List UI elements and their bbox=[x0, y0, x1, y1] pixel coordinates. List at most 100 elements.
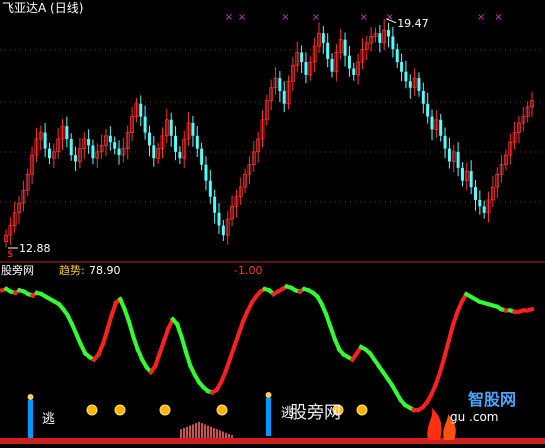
chart-window[interactable]: ××××××××××××××××× 19.4712.88 飞亚达A (日线) $… bbox=[0, 0, 545, 444]
candle-body-down bbox=[278, 78, 282, 91]
trend-segment bbox=[100, 328, 110, 347]
candle-body-down bbox=[430, 116, 434, 130]
trend-segment bbox=[446, 321, 456, 344]
trend-segment bbox=[179, 334, 189, 355]
candle-body-down bbox=[439, 119, 443, 136]
candle-body-down bbox=[391, 36, 395, 50]
candle-body-down bbox=[447, 148, 451, 162]
candle-body-down bbox=[408, 81, 412, 88]
candle-body-down bbox=[221, 225, 225, 236]
candle-body-down bbox=[117, 148, 121, 156]
candle-body-down bbox=[91, 145, 95, 159]
candle-body-down bbox=[65, 126, 69, 140]
candle-body-down bbox=[395, 49, 399, 63]
volume-bar bbox=[201, 423, 203, 440]
candle-body-down bbox=[213, 196, 217, 213]
watermark-text: 股旁网 bbox=[290, 403, 341, 423]
candle-body-down bbox=[478, 199, 482, 207]
escape-blue-bar bbox=[266, 398, 271, 436]
coin-icon bbox=[114, 404, 126, 416]
candle-body-down bbox=[87, 139, 91, 146]
volume-bar bbox=[198, 422, 200, 440]
indicator-value: 78.90 bbox=[89, 264, 121, 277]
coin-icon bbox=[86, 404, 98, 416]
candle-body-down bbox=[47, 148, 51, 159]
candle-body-down bbox=[347, 55, 351, 69]
candle-body-down bbox=[69, 139, 73, 156]
candle-body-down bbox=[482, 206, 486, 213]
trend-segment bbox=[437, 354, 447, 375]
signal-marker: × bbox=[477, 12, 485, 23]
candle-body-down bbox=[443, 135, 447, 149]
watermark-url: gu .com bbox=[450, 410, 499, 424]
candle-body-down bbox=[217, 212, 221, 226]
indicator-negative-value: -1.00 bbox=[234, 264, 263, 277]
signal-markers: ××××××××××××××××× bbox=[225, 12, 503, 23]
candle-body-down bbox=[352, 68, 356, 75]
candle-body-down bbox=[321, 33, 325, 43]
signal-marker: × bbox=[238, 12, 246, 23]
low-annotation-label: 12.88 bbox=[19, 242, 51, 255]
candle-body-down bbox=[404, 71, 408, 82]
escape-person-icon bbox=[27, 394, 34, 400]
candle-body-down bbox=[174, 135, 178, 152]
volume-bar bbox=[204, 424, 206, 440]
chart-title: 飞亚达A (日线) bbox=[2, 1, 84, 15]
trend-segment bbox=[126, 319, 136, 340]
signal-marker: × bbox=[494, 12, 502, 23]
candle-body-down bbox=[343, 39, 347, 56]
trend-segment bbox=[157, 338, 167, 356]
candle-body-down bbox=[43, 132, 47, 149]
candle-body-down bbox=[200, 148, 204, 165]
candle-body-down bbox=[304, 62, 308, 75]
candle-body-down bbox=[326, 42, 330, 59]
candle-body-down bbox=[74, 155, 78, 162]
coin-icon bbox=[159, 404, 171, 416]
escape-person-icon bbox=[265, 392, 272, 398]
candle-body-down bbox=[195, 135, 199, 149]
signal-marker: × bbox=[359, 12, 367, 23]
escape-blue-bar bbox=[28, 400, 33, 438]
candle-body-down bbox=[426, 103, 430, 117]
candle-body-down bbox=[460, 167, 464, 181]
candle-body-down bbox=[208, 180, 212, 197]
candle-body-down bbox=[330, 58, 334, 72]
candle-body-down bbox=[469, 171, 473, 188]
trend-segment bbox=[441, 338, 452, 360]
candle-body-down bbox=[400, 62, 404, 72]
signal-marker: × bbox=[281, 12, 289, 23]
high-annotation-label: 19.47 bbox=[397, 17, 429, 30]
coin-icon bbox=[216, 404, 228, 416]
candle-body-down bbox=[113, 142, 117, 149]
trend-segment bbox=[222, 357, 233, 375]
candle-body-down bbox=[456, 151, 460, 168]
candle-body-down bbox=[387, 30, 391, 37]
candle-series bbox=[4, 19, 534, 248]
trend-oscillator bbox=[0, 283, 535, 413]
candle-body-down bbox=[178, 151, 182, 159]
price-marker: $ bbox=[7, 249, 14, 260]
candle-body-down bbox=[421, 90, 425, 104]
candle-body-down bbox=[147, 132, 151, 146]
volume-bar bbox=[207, 425, 209, 440]
trend-segment bbox=[231, 331, 242, 350]
coin-icon bbox=[356, 404, 368, 416]
candle-body-down bbox=[473, 187, 477, 200]
trend-segment bbox=[104, 313, 114, 334]
candle-body-down bbox=[417, 78, 421, 91]
escape-signal-text: 逃 bbox=[42, 412, 56, 427]
volume-bar bbox=[189, 425, 191, 440]
trend-segment bbox=[183, 349, 193, 369]
signal-marker: × bbox=[312, 12, 320, 23]
candle-body-down bbox=[143, 116, 147, 133]
volume-bar bbox=[192, 424, 194, 440]
trend-segment bbox=[152, 350, 163, 369]
volume-bar bbox=[195, 423, 197, 440]
candle-body-down bbox=[282, 90, 286, 104]
bottom-red-band bbox=[0, 438, 545, 444]
flame-icon bbox=[427, 408, 442, 440]
trend-segment bbox=[227, 344, 237, 363]
indicator-label: 趋势: bbox=[59, 264, 85, 277]
candle-body-down bbox=[152, 145, 156, 159]
chart-canvas[interactable]: ××××××××××××××××× 19.4712.88 bbox=[0, 0, 545, 444]
